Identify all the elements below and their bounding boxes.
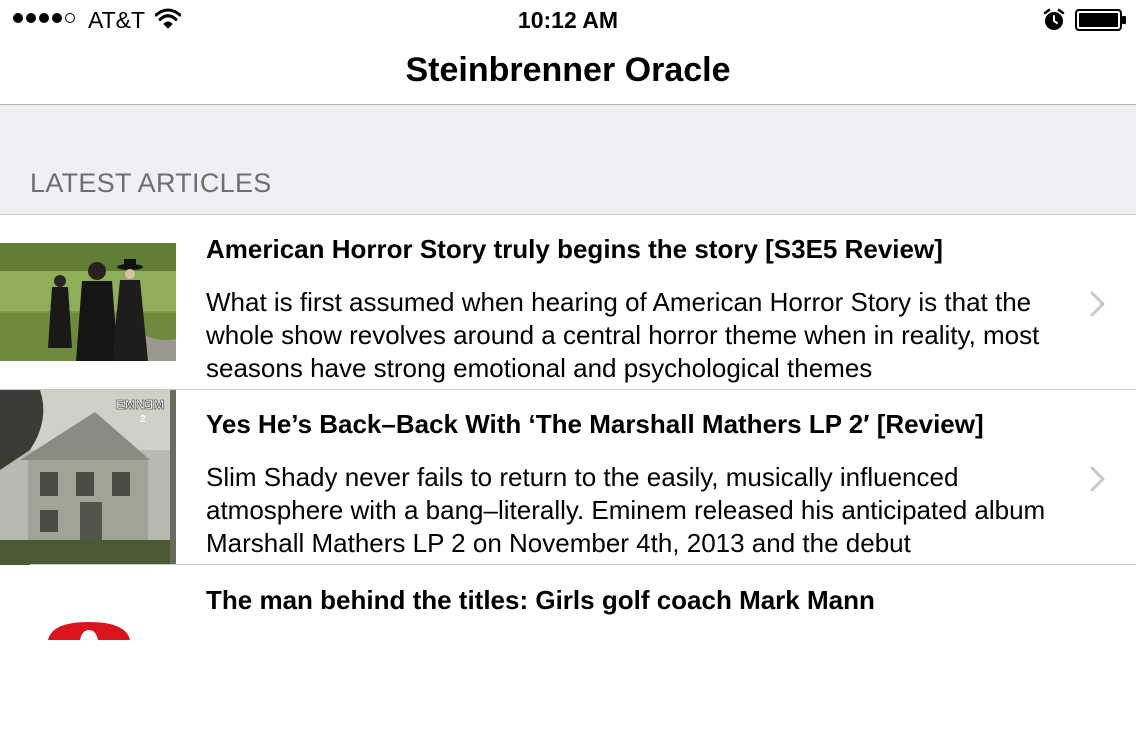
status-bar: AT&T 10:12 AM	[0, 0, 1136, 40]
navigation-bar: Steinbrenner Oracle	[0, 40, 1136, 105]
alarm-icon	[1043, 8, 1065, 30]
article-thumbnail	[48, 622, 130, 640]
section-header: LATEST ARTICLES	[0, 105, 1136, 215]
article-row[interactable]: The man behind the titles: Girls golf co…	[0, 566, 1136, 741]
section-label: LATEST ARTICLES	[30, 168, 272, 198]
status-time: 10:12 AM	[517, 7, 619, 33]
article-title: The man behind the titles: Girls golf co…	[206, 585, 875, 615]
battery-icon	[1075, 9, 1126, 31]
article-row[interactable]: American Horror Story truly begins the s…	[0, 215, 1136, 390]
article-title: Yes He’s Back–Back With ‘The Marshall Ma…	[206, 409, 984, 439]
article-thumbnail	[0, 243, 176, 361]
album-cover-subtext: 2	[140, 414, 146, 425]
album-cover-text: EMNƎM	[116, 397, 164, 412]
row-separator	[30, 564, 1136, 565]
article-title: American Horror Story truly begins the s…	[206, 234, 943, 264]
page-title: Steinbrenner Oracle	[405, 51, 731, 89]
article-summary: What is first assumed when hearing of Am…	[206, 287, 1040, 383]
chevron-right-icon	[1090, 291, 1105, 317]
article-summary: Slim Shady never fails to return to the …	[206, 462, 1046, 558]
article-thumbnail: EMNƎM 2	[0, 390, 176, 565]
chevron-right-icon	[1090, 466, 1105, 492]
article-row[interactable]: EMNƎM 2 Yes He’s Back–Back With ‘The Mar…	[0, 390, 1136, 565]
